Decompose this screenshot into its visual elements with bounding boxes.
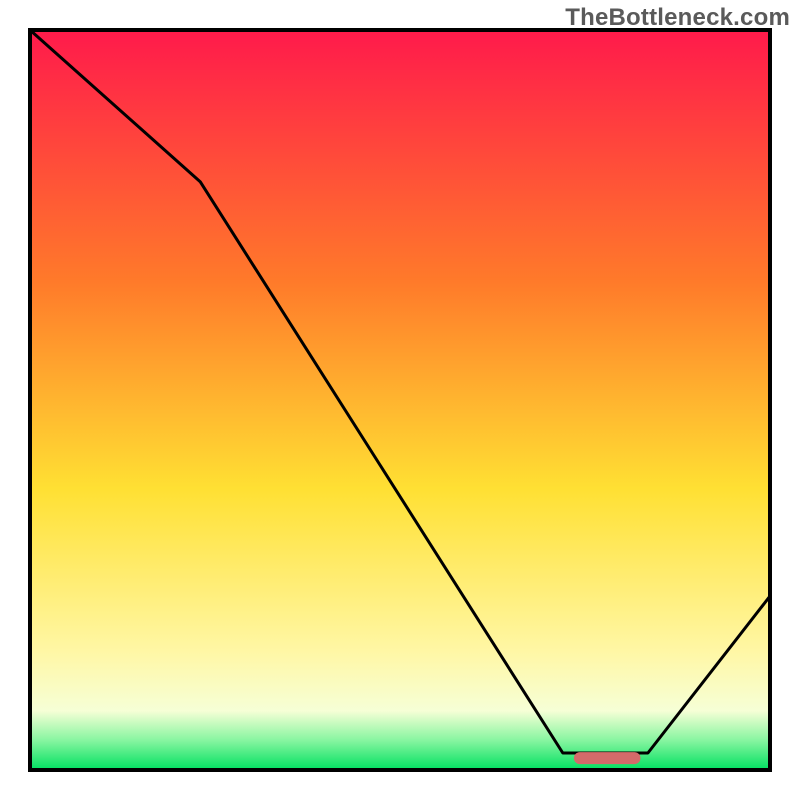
bottleneck-chart [0, 0, 800, 800]
chart-container: TheBottleneck.com [0, 0, 800, 800]
chart-background [30, 30, 770, 770]
optimal-range-marker [574, 752, 641, 764]
watermark-text: TheBottleneck.com [565, 4, 790, 32]
